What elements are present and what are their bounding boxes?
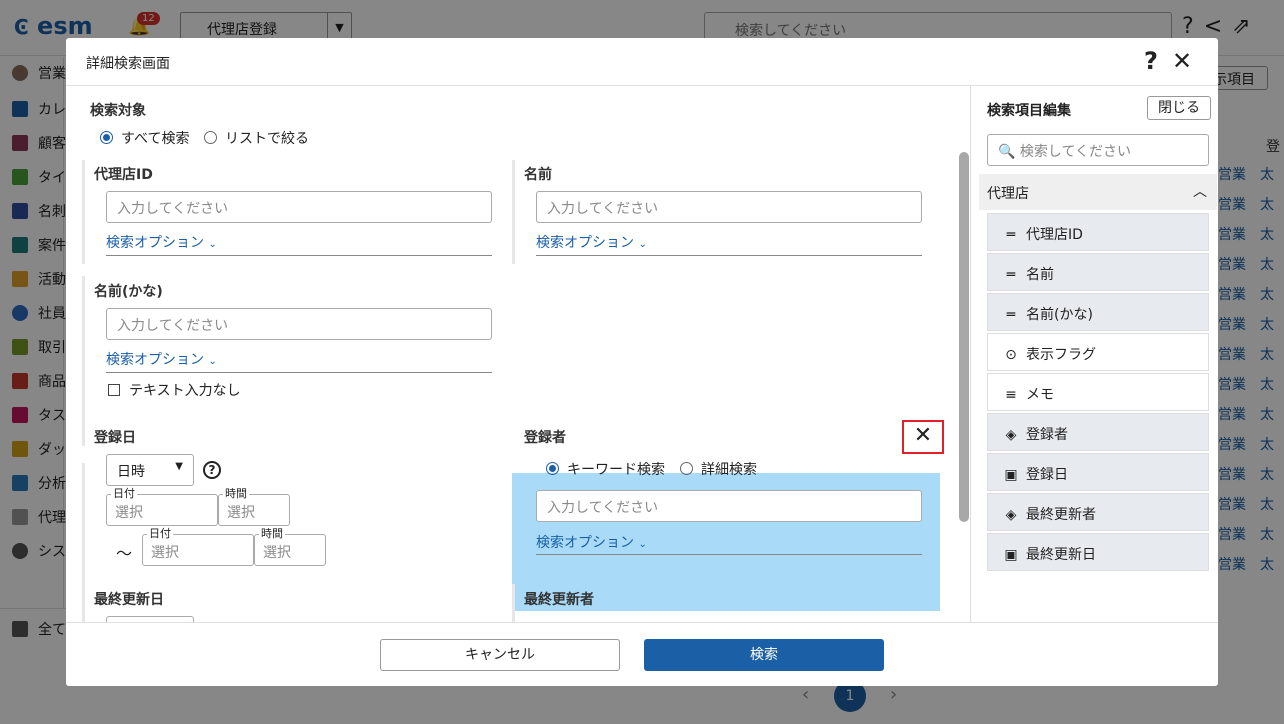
name-input[interactable]: 入力してください [536,191,922,223]
paragraph-icon: ≡ [1005,387,1017,403]
radio-search-all[interactable]: すべて検索 [100,128,189,148]
editor-item-last-updated-by[interactable]: ◈ 最終更新者 [987,493,1209,531]
search-option-link[interactable]: 検索オプション ⌄ [106,232,217,252]
search-icon: 🔍 [998,144,1016,160]
checkbox-icon[interactable] [108,384,120,396]
radio-detailed-search[interactable]: 詳細検索 [680,459,757,479]
radio-filter-list[interactable]: リストで絞る [204,128,309,148]
search-option-link[interactable]: 検索オプション ⌄ [106,349,217,369]
search-field-editor: 検索項目編集 閉じる 🔍 検索してください 代理店 ︿ ═ 代理店ID ═ 名前 ═… [970,86,1218,622]
search-form: 検索対象 すべて検索 リストで絞る 代理店ID 入力してください 検索オプション… [66,86,970,622]
editor-item-memo[interactable]: ≡ メモ [987,373,1209,411]
editor-item-registered-date[interactable]: ▣ 登録日 [987,453,1209,491]
chevron-up-icon[interactable]: ︿ [1193,181,1207,201]
field-label: 名前 [524,167,552,183]
editor-title: 検索項目編集 [987,103,1071,119]
form-scrollbar[interactable] [956,86,970,622]
search-target-label: 検索対象 [90,103,146,119]
editor-close-button[interactable]: 閉じる [1147,96,1211,120]
radio-unselected-icon[interactable] [204,131,217,144]
editor-item-display-flag[interactable]: ⊙ 表示フラグ [987,333,1209,371]
radio-selected-icon[interactable] [100,131,113,144]
caret-down-icon: ▼ [175,461,183,472]
cancel-button[interactable]: キャンセル [380,639,620,671]
help-icon[interactable]: ? [1144,47,1158,75]
text-lines-icon: ═ [1006,307,1016,323]
radio-keyword-search[interactable]: キーワード検索 [546,459,665,479]
help-circle-icon[interactable]: ? [203,461,221,479]
close-icon[interactable]: ✕ [1172,47,1192,75]
date-mode-select[interactable]: 日時 ▼ [106,454,194,486]
field-label: 代理店ID [94,167,153,183]
text-lines-icon: ═ [1006,227,1016,243]
field-label: 登録日 [94,430,136,446]
advanced-search-dialog: 詳細検索画面 ? ✕ 検索対象 すべて検索 リストで絞る 代理店ID 入力してく… [66,38,1218,686]
dialog-header: 詳細検索画面 ? ✕ [66,38,1218,86]
end-date-picker[interactable]: 日付 選択 [142,527,254,566]
calendar-icon: ▣ [1004,467,1018,483]
dialog-title: 詳細検索画面 [86,56,170,72]
field-label: 登録者 [524,430,566,446]
user-tag-icon: ◈ [1005,427,1017,443]
editor-item-name[interactable]: ═ 名前 [987,253,1209,291]
radio-unselected-icon[interactable] [680,462,693,475]
field-label: 最終更新者 [524,592,594,608]
field-label: 最終更新日 [94,592,164,608]
end-time-picker[interactable]: 時間 選択 [254,527,326,566]
user-tag-icon: ◈ [1005,507,1017,523]
start-time-picker[interactable]: 時間 選択 [218,487,290,526]
name-kana-input[interactable]: 入力してください [106,308,492,340]
start-date-picker[interactable]: 日付 選択 [106,487,218,526]
calendar-icon: ▣ [1004,547,1018,563]
range-separator: 〜 [116,544,133,563]
field-label: 名前(かな) [94,284,163,300]
dialog-footer: キャンセル 検索 [66,622,1218,686]
agency-id-input[interactable]: 入力してください [106,191,492,223]
search-option-link[interactable]: 検索オプション ⌄ [536,232,647,252]
editor-item-last-updated-date[interactable]: ▣ 最終更新日 [987,533,1209,571]
registered-by-input[interactable]: 入力してください [536,490,922,522]
scrollbar-thumb[interactable] [959,152,969,522]
editor-item-name-kana[interactable]: ═ 名前(かな) [987,293,1209,331]
remove-field-close-icon[interactable]: ✕ [902,420,944,454]
group-label: 代理店 [987,186,1029,202]
no-text-checkbox[interactable]: テキスト入力なし [108,380,241,400]
editor-item-registered-by[interactable]: ◈ 登録者 [987,413,1209,451]
search-option-link[interactable]: 検索オプション ⌄ [536,532,647,552]
editor-search-input[interactable]: 🔍 検索してください [987,134,1209,166]
editor-group-agency[interactable]: 代理店 ︿ [979,174,1217,210]
text-lines-icon: ═ [1006,267,1016,283]
search-button[interactable]: 検索 [644,639,884,671]
editor-item-agency-id[interactable]: ═ 代理店ID [987,213,1209,251]
radio-selected-icon[interactable] [546,462,559,475]
dropdown-circle-icon: ⊙ [1005,347,1017,363]
